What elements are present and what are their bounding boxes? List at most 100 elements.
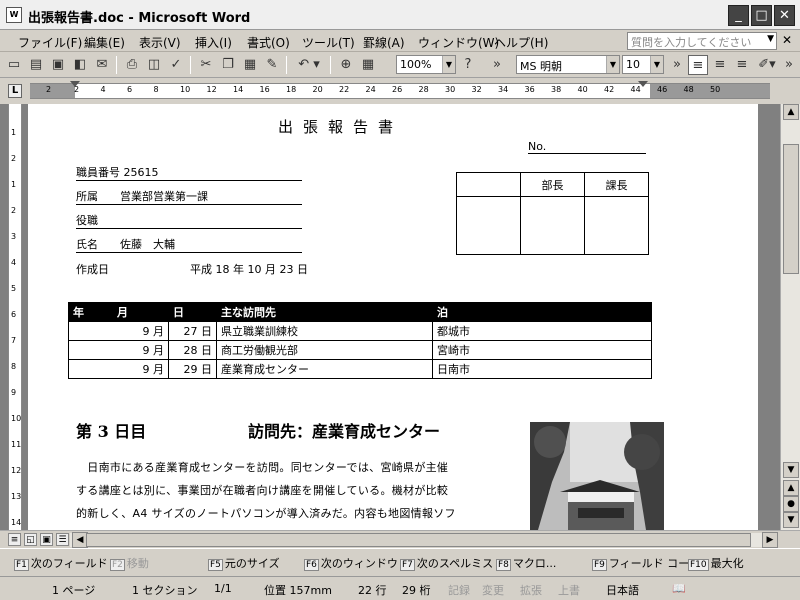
table-icon[interactable]: ▦ bbox=[358, 55, 378, 75]
table-row[interactable]: 9 月 27 日 県立職業訓練校 都城市 bbox=[68, 321, 652, 341]
next-page-icon[interactable]: ▼ bbox=[783, 512, 799, 528]
document-title: 出張報告書 bbox=[278, 118, 404, 136]
align-left-icon[interactable]: ≡ bbox=[688, 55, 708, 75]
align-right-icon[interactable]: ≡ bbox=[732, 55, 752, 75]
scroll-right-icon[interactable]: ▶ bbox=[762, 532, 778, 548]
browse-object-icon[interactable]: ● bbox=[783, 496, 799, 512]
menu-insert[interactable]: 挿入(I) bbox=[195, 34, 232, 51]
vertical-ruler[interactable]: 121234567891011121314151617 bbox=[8, 104, 22, 530]
ruler-number: 32 bbox=[471, 85, 482, 94]
web-layout-icon[interactable]: ◱ bbox=[24, 533, 37, 546]
stamp-cell[interactable] bbox=[520, 196, 585, 255]
tab-selector[interactable]: L bbox=[8, 84, 22, 98]
spelling-icon[interactable]: ✓ bbox=[166, 55, 186, 75]
document-page[interactable]: 出張報告書 No. 職員番号 25615 所属 営業部営業第一課 役職 氏名 佐… bbox=[28, 104, 758, 530]
toolbar-options-icon[interactable]: » bbox=[670, 55, 684, 75]
table-row[interactable]: 9 月 29 日 産業育成センター 日南市 bbox=[68, 359, 652, 379]
font-size-combo[interactable]: 10 ▼ bbox=[622, 55, 664, 74]
menu-tools[interactable]: ツール(T) bbox=[302, 34, 355, 51]
facility-photo[interactable] bbox=[530, 422, 664, 530]
word-app-icon[interactable]: W bbox=[6, 7, 22, 23]
print-preview-icon[interactable]: ◫ bbox=[144, 55, 164, 75]
close-button[interactable]: ✕ bbox=[774, 5, 795, 26]
fkey-f8[interactable]: F8 マクロ... bbox=[496, 555, 556, 571]
undo-icon[interactable]: ↶ ▾ bbox=[292, 55, 326, 75]
window-title: 出張報告書.doc - Microsoft Word bbox=[28, 11, 251, 26]
cut-icon[interactable]: ✂ bbox=[196, 55, 216, 75]
menu-edit[interactable]: 編集(E) bbox=[84, 34, 125, 51]
menu-file[interactable]: ファイル(F) bbox=[18, 34, 82, 51]
table-row[interactable]: 9 月 28 日 商工労働観光部 宮崎市 bbox=[68, 340, 652, 360]
stamp-header-section-chief: 課長 bbox=[584, 172, 649, 197]
fkey-f5[interactable]: F5 元のサイズ bbox=[208, 555, 280, 571]
column-header-month-label: 月 bbox=[117, 306, 128, 319]
menu-view[interactable]: 表示(V) bbox=[139, 34, 181, 51]
horizontal-ruler[interactable]: 2 2 4 6 8 10 12 14 16 18 20 22 24 26 28 30 32 34 36 38 40 42 4… bbox=[30, 81, 770, 99]
ruler-number: 13 bbox=[11, 492, 22, 501]
highlight-icon[interactable]: ✐▾ bbox=[754, 55, 780, 75]
no-label: No. bbox=[528, 140, 547, 153]
horizontal-scrollbar[interactable]: ≡ ◱ ▣ ☰ ◀ ▶ bbox=[0, 530, 800, 548]
body-line: 的新しく、A4 サイズのノートパソコンが導入済みだ。内容も地図情報ソフ bbox=[76, 507, 456, 520]
fkey-action: フィールド コー... bbox=[608, 557, 700, 570]
previous-page-icon[interactable]: ▲ bbox=[783, 480, 799, 496]
trip-visit: 県立職業訓練校 bbox=[216, 321, 433, 341]
open-icon[interactable]: ▤ bbox=[26, 55, 46, 75]
ruler-number: 2 bbox=[46, 85, 52, 94]
status-record[interactable]: 記録 bbox=[448, 582, 470, 598]
format-painter-icon[interactable]: ✎ bbox=[262, 55, 282, 75]
status-page: 1 ページ bbox=[52, 584, 96, 597]
ruler-number: 16 bbox=[259, 85, 270, 94]
minimize-button[interactable]: _ bbox=[728, 5, 749, 26]
status-track-changes[interactable]: 変更 bbox=[482, 582, 504, 598]
status-overtype[interactable]: 上書 bbox=[558, 582, 580, 598]
horizontal-scroll-thumb[interactable] bbox=[86, 533, 751, 547]
menu-format[interactable]: 書式(O) bbox=[247, 34, 290, 51]
zoom-combo[interactable]: 100% ▼ bbox=[396, 55, 456, 74]
chevron-down-icon[interactable]: ▼ bbox=[606, 56, 619, 73]
stamp-cell[interactable] bbox=[456, 196, 521, 255]
fkey-f7[interactable]: F7 次のスペルミス bbox=[400, 555, 493, 571]
close-document-icon[interactable]: ✕ bbox=[782, 33, 792, 47]
permission-icon[interactable]: ◧ bbox=[70, 55, 90, 75]
ruler-number: 22 bbox=[339, 85, 350, 94]
department-text: 所属 営業部営業第一課 bbox=[76, 190, 208, 203]
scroll-down-icon[interactable]: ▼ bbox=[783, 462, 799, 478]
fkey-f9[interactable]: F9 フィールド コー... bbox=[592, 555, 700, 571]
toolbar-options-icon[interactable]: » bbox=[782, 55, 796, 75]
menu-table[interactable]: 罫線(A) bbox=[363, 34, 405, 51]
maximize-button[interactable]: □ bbox=[751, 5, 772, 26]
chevron-down-icon[interactable]: ▼ bbox=[442, 56, 455, 73]
font-name-combo[interactable]: MS 明朝 ▼ bbox=[516, 55, 620, 74]
scroll-up-icon[interactable]: ▲ bbox=[783, 104, 799, 120]
stamp-cell[interactable] bbox=[584, 196, 649, 255]
print-layout-icon[interactable]: ▣ bbox=[40, 533, 53, 546]
chevron-down-icon[interactable]: ▼ bbox=[650, 56, 663, 73]
vertical-scroll-thumb[interactable] bbox=[783, 144, 799, 274]
save-icon[interactable]: ▣ bbox=[48, 55, 68, 75]
toolbar-options-icon[interactable]: » bbox=[490, 55, 504, 75]
email-icon[interactable]: ✉ bbox=[92, 55, 112, 75]
help-question-input[interactable]: 質問を入力してください ▼ bbox=[627, 32, 777, 50]
align-center-icon[interactable]: ≡ bbox=[710, 55, 730, 75]
fkey-f2[interactable]: F2 移動 bbox=[110, 555, 149, 571]
vertical-scrollbar[interactable]: ▲ ▼ ▲ ● ▼ bbox=[780, 104, 800, 530]
menu-help[interactable]: ヘルプ(H) bbox=[494, 34, 548, 51]
menu-window[interactable]: ウィンドウ(W) bbox=[418, 34, 499, 51]
help-icon[interactable]: ? bbox=[458, 55, 478, 75]
status-page-of: 1/1 bbox=[214, 582, 232, 595]
spelling-status-icon[interactable]: 📖 bbox=[672, 582, 686, 595]
fkey-f6[interactable]: F6 次のウィンドウ bbox=[304, 555, 398, 571]
copy-icon[interactable]: ❐ bbox=[218, 55, 238, 75]
paste-icon[interactable]: ▦ bbox=[240, 55, 260, 75]
status-extend[interactable]: 拡張 bbox=[520, 582, 542, 598]
print-icon[interactable]: ⎙ bbox=[122, 55, 142, 75]
hyperlink-icon[interactable]: ⊕ bbox=[336, 55, 356, 75]
stamp-cell-empty[interactable] bbox=[456, 172, 521, 197]
normal-view-icon[interactable]: ≡ bbox=[8, 533, 21, 546]
outline-view-icon[interactable]: ☰ bbox=[56, 533, 69, 546]
new-icon[interactable]: ▭ bbox=[4, 55, 24, 75]
fkey-f10[interactable]: F10 最大化 bbox=[688, 555, 744, 571]
fkey-f1[interactable]: F1 次のフィールド bbox=[14, 555, 108, 571]
chevron-down-icon[interactable]: ▼ bbox=[767, 34, 774, 44]
